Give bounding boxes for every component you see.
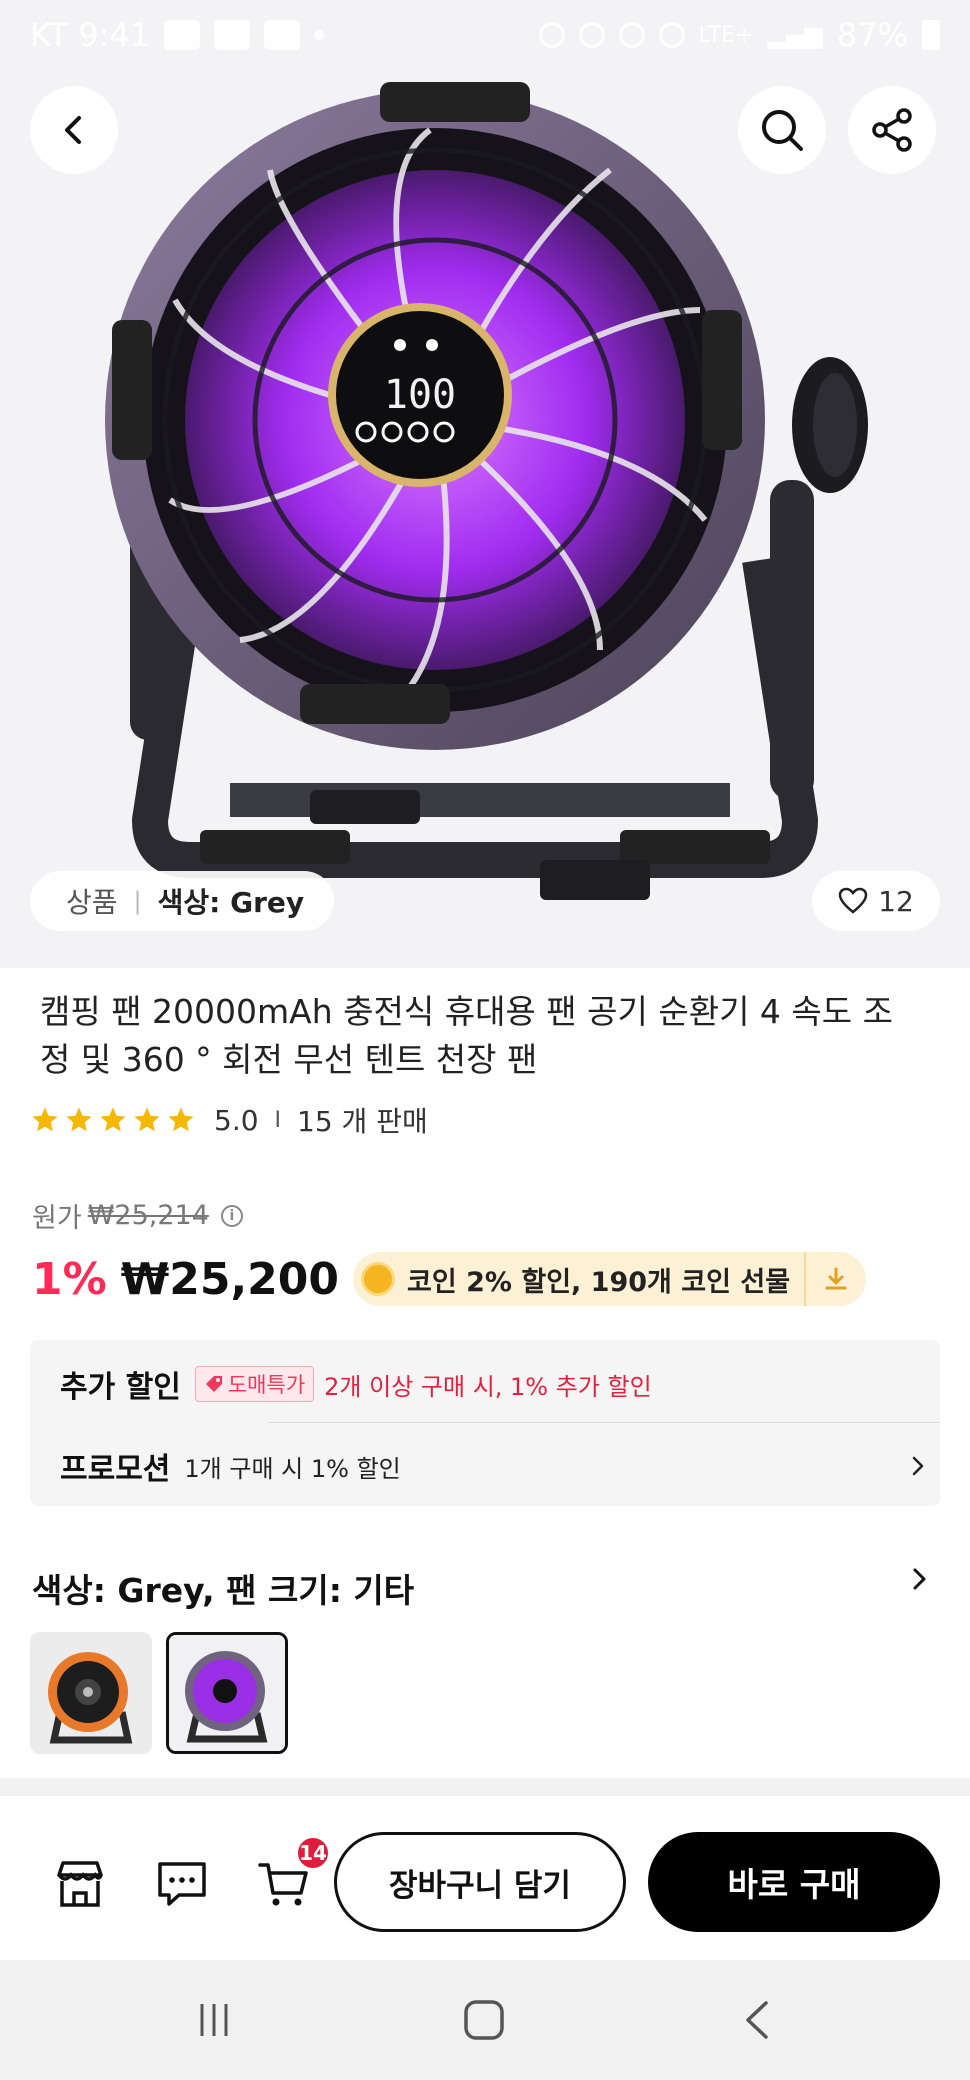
svg-text:100: 100: [384, 372, 456, 418]
extra-discount-row: 추가 할인 도매특가 2개 이상 구매 시, 1% 추가 할인: [60, 1362, 652, 1406]
star-rating: [30, 1105, 196, 1135]
add-to-cart-button[interactable]: 장바구니 담기: [334, 1832, 626, 1932]
rating-divider: I: [274, 1107, 282, 1133]
alarm-icon: [538, 22, 565, 48]
bottom-action-bar: 14 장바구니 담기 바로 구매: [0, 1796, 970, 1960]
battery-icon: [922, 20, 940, 50]
orange-fan-thumbnail: [30, 1632, 152, 1754]
coin-download-button[interactable]: [804, 1252, 866, 1306]
chevron-left-icon: [746, 2001, 768, 2039]
original-price-value: ₩25,214: [87, 1200, 209, 1231]
price-row: 1% ₩25,200 코인 2% 할인, 190개 코인 선물: [32, 1252, 867, 1306]
store-icon: [57, 1861, 103, 1907]
system-back-button[interactable]: [728, 1990, 788, 2050]
signal-icon: ▂▄▆: [767, 21, 823, 49]
share-icon: [872, 108, 912, 152]
network-label: LTE+: [698, 22, 754, 48]
chevron-right-icon[interactable]: [906, 1566, 932, 1592]
mail-icon: [214, 20, 251, 50]
extra-discount-label: 추가 할인: [60, 1370, 181, 1405]
coin-offer-text: 코인 2% 할인, 190개 코인 선물: [407, 1266, 791, 1298]
purple-fan-thumbnail: [169, 1635, 285, 1751]
variant-option-orange[interactable]: [30, 1632, 152, 1754]
like-button[interactable]: 12: [812, 871, 940, 931]
coin-offer-pill[interactable]: 코인 2% 할인, 190개 코인 선물: [353, 1252, 867, 1306]
tag-icon: [205, 1376, 222, 1392]
promo-divider: [268, 1422, 940, 1423]
mute-icon: [618, 22, 645, 48]
variant-option-purple[interactable]: [166, 1632, 288, 1754]
discount-percent: 1%: [32, 1253, 107, 1305]
info-icon[interactable]: i: [220, 1204, 243, 1227]
home-icon: [464, 2000, 504, 2040]
bluetooth-icon: [578, 22, 605, 48]
wifi-icon: [658, 22, 685, 48]
promotion-text: 1개 구매 시 1% 할인: [184, 1454, 401, 1483]
product-title: 캠핑 팬 20000mAh 충전식 휴대용 팬 공기 순환기 4 속도 조정 및…: [40, 992, 893, 1079]
product-image[interactable]: 100: [0, 0, 970, 968]
recent-apps-button[interactable]: [184, 1990, 244, 2050]
message-icon: [264, 20, 301, 50]
original-price-row: 원가 ₩25,214 i: [32, 1196, 243, 1235]
battery-percent: 87%: [836, 16, 908, 54]
star-icon: [66, 1107, 92, 1132]
wholesale-badge: 도매특가: [194, 1366, 315, 1402]
variant-chip[interactable]: 상품 | 색상: Grey: [30, 871, 335, 931]
star-icon: [100, 1107, 126, 1132]
cart-count-badge: 14: [296, 1836, 330, 1870]
download-icon: [825, 1267, 847, 1290]
variant-chip-value: 색상: Grey: [157, 886, 305, 919]
chevron-right-icon: [912, 1456, 924, 1476]
chat-button[interactable]: [152, 1854, 212, 1914]
status-carrier-time: KT 9:41: [30, 16, 151, 54]
back-button[interactable]: [30, 86, 118, 174]
system-nav-bar: [0, 1960, 970, 2080]
promotion-box: 추가 할인 도매특가 2개 이상 구매 시, 1% 추가 할인 프로모션 1개 …: [30, 1340, 940, 1506]
search-icon: [762, 110, 803, 151]
star-icon: [168, 1107, 194, 1132]
recents-icon: [200, 2004, 228, 2036]
more-notifications-icon: [314, 30, 325, 40]
product-hero[interactable]: 100 KT 9:41 LTE+ ▂▄▆ 87% 상품 | 색상: Grey 1…: [0, 0, 970, 968]
star-icon: [134, 1107, 160, 1132]
chat-icon: [158, 1862, 206, 1906]
like-count: 12: [878, 884, 914, 918]
variant-chip-separator: |: [133, 887, 142, 915]
original-price-label: 원가: [32, 1203, 82, 1234]
notification-icon: [164, 20, 201, 50]
promotion-label: 프로모션: [60, 1452, 171, 1487]
buy-now-button[interactable]: 바로 구매: [648, 1832, 940, 1932]
sold-count: 15 개 판매: [297, 1105, 428, 1138]
wholesale-badge-label: 도매특가: [227, 1373, 306, 1397]
promotion-row[interactable]: 프로모션 1개 구매 시 1% 할인: [60, 1444, 930, 1488]
variant-chip-label: 상품: [66, 886, 118, 919]
extra-discount-text: 2개 이상 구매 시, 1% 추가 할인: [324, 1372, 652, 1401]
rating-row[interactable]: 5.0 I 15 개 판매: [30, 1100, 428, 1140]
home-button[interactable]: [454, 1990, 514, 2050]
chevron-left-icon: [65, 116, 81, 144]
store-button[interactable]: [50, 1854, 110, 1914]
star-icon: [32, 1107, 58, 1132]
section-separator: [0, 1778, 970, 1796]
current-price: ₩25,200: [120, 1253, 340, 1305]
share-button[interactable]: [848, 86, 936, 174]
variant-selection-title[interactable]: 색상: Grey, 팬 크기: 기타: [32, 1564, 414, 1612]
heart-icon: [838, 887, 868, 914]
rating-value: 5.0: [214, 1103, 259, 1137]
status-bar: KT 9:41 LTE+ ▂▄▆ 87%: [0, 0, 970, 70]
search-button[interactable]: [738, 86, 826, 174]
coin-icon: [361, 1262, 396, 1296]
